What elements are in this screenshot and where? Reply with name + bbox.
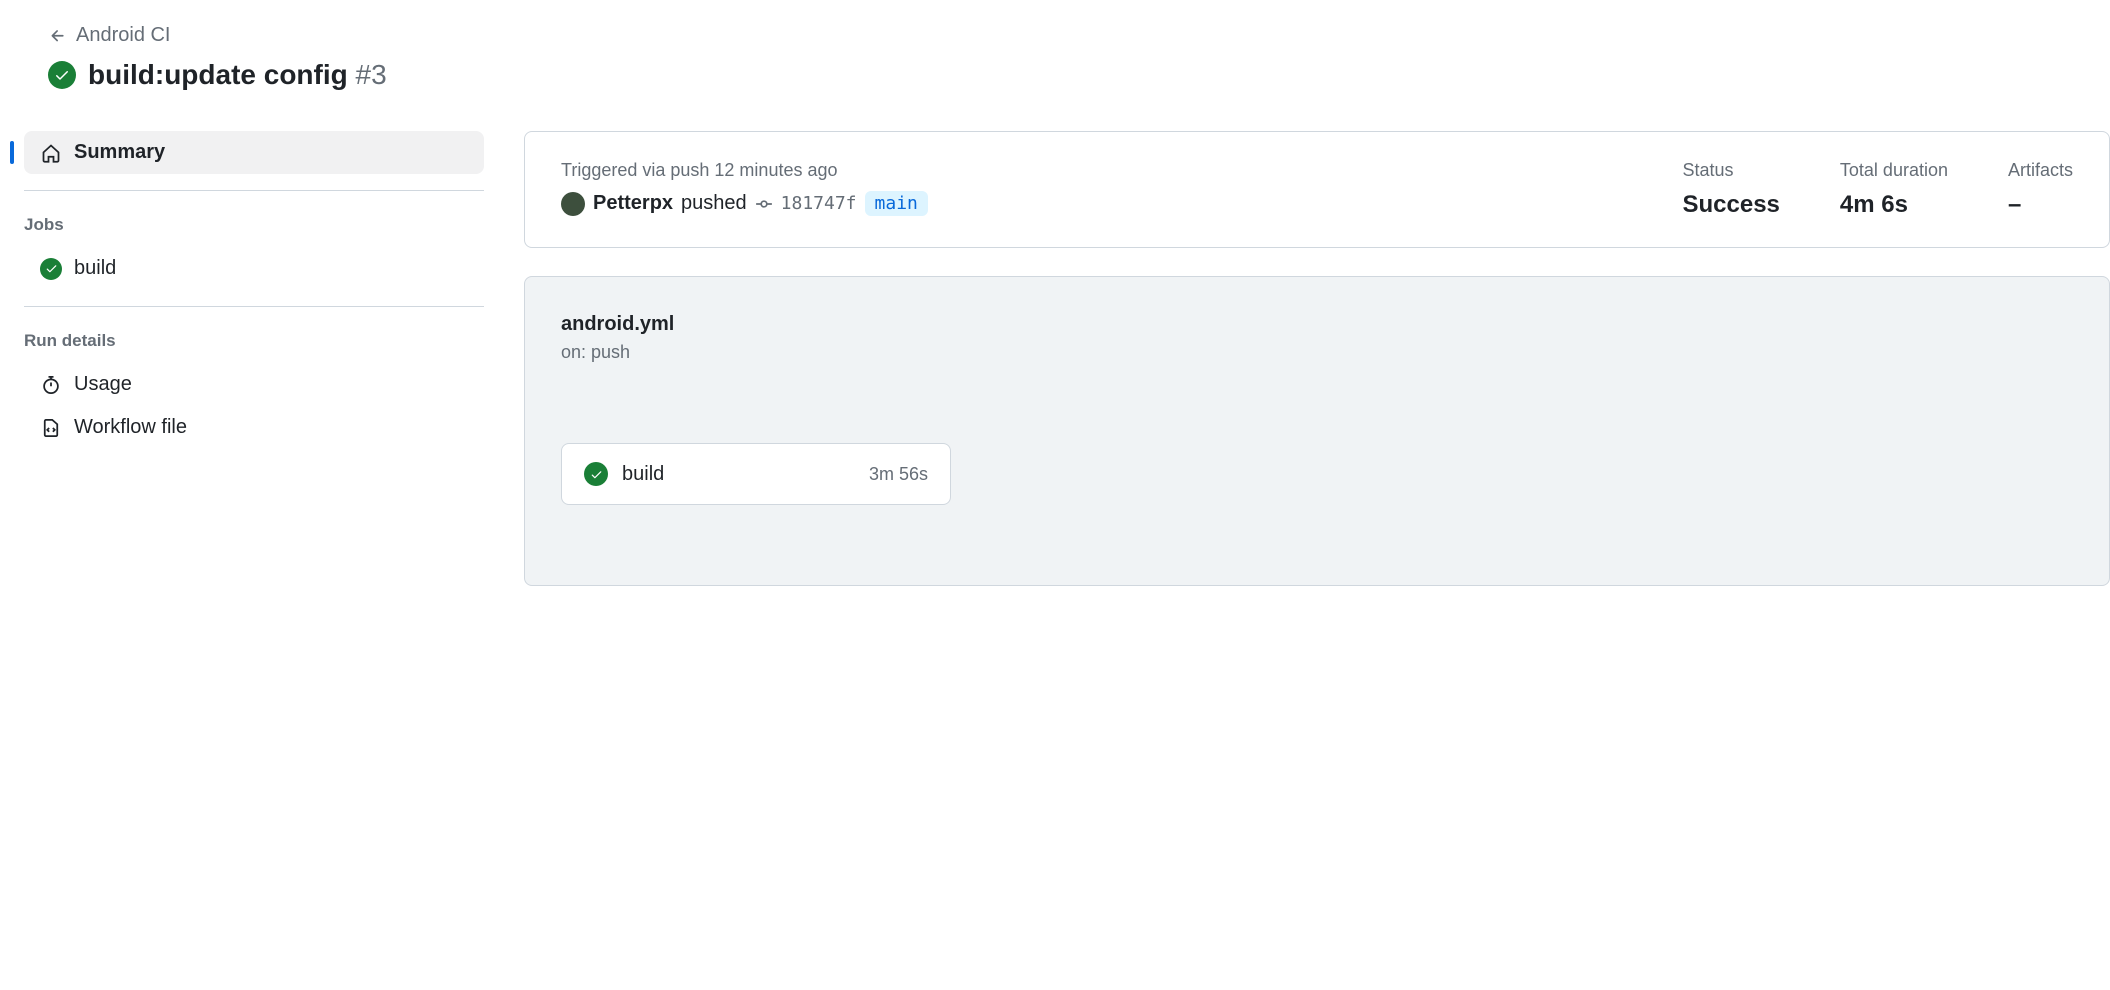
run-title-text: build:update config [88, 59, 348, 90]
run-summary-box: Triggered via push 12 minutes ago Petter… [524, 131, 2110, 248]
branch-label[interactable]: main [865, 191, 928, 216]
trigger-action: pushed [681, 192, 747, 215]
artifacts-value: – [2008, 191, 2073, 219]
breadcrumb-workflow-name[interactable]: Android CI [76, 24, 171, 47]
trigger-column: Triggered via push 12 minutes ago Petter… [561, 160, 1623, 219]
sidebar-item-usage[interactable]: Usage [24, 363, 484, 406]
sidebar-heading-jobs: Jobs [24, 207, 484, 243]
sidebar-item-label: Summary [74, 141, 165, 164]
job-card-build[interactable]: build 3m 56s [561, 443, 951, 505]
back-arrow-icon[interactable] [48, 26, 68, 46]
sidebar-item-workflow-file[interactable]: Workflow file [24, 406, 484, 449]
sidebar-item-label: Usage [74, 373, 132, 396]
commit-icon [755, 195, 773, 213]
file-code-icon [40, 417, 62, 439]
sidebar-item-summary[interactable]: Summary [24, 131, 484, 174]
workflow-graph-box: android.yml on: push build 3m 56s [524, 276, 2110, 586]
artifacts-label: Artifacts [2008, 160, 2073, 181]
check-circle-icon [40, 258, 62, 280]
avatar[interactable] [561, 192, 585, 216]
check-circle-icon [48, 61, 76, 89]
status-column: Status Success [1683, 160, 1780, 219]
commit-sha[interactable]: 181747f [781, 193, 857, 214]
trigger-row: Petterpx pushed 181747f main [561, 191, 1623, 216]
sidebar-item-label: Workflow file [74, 416, 187, 439]
main-content: Triggered via push 12 minutes ago Petter… [524, 131, 2110, 586]
sidebar: Summary Jobs build Run details Usage Wor… [24, 131, 484, 586]
title-row: build:update config #3 [48, 59, 2110, 91]
status-value: Success [1683, 191, 1780, 219]
duration-value[interactable]: 4m 6s [1840, 191, 1948, 219]
job-name: build [622, 463, 855, 486]
duration-label: Total duration [1840, 160, 1948, 181]
check-circle-icon [584, 462, 608, 486]
divider [24, 306, 484, 307]
sidebar-heading-details: Run details [24, 323, 484, 359]
sidebar-item-job-build[interactable]: build [24, 247, 484, 290]
divider [24, 190, 484, 191]
sidebar-item-label: build [74, 257, 116, 280]
home-icon [40, 142, 62, 164]
workflow-trigger-text: on: push [561, 342, 2073, 363]
page-header: Android CI build:update config #3 [24, 24, 2110, 91]
trigger-label: Triggered via push 12 minutes ago [561, 160, 1623, 181]
run-title: build:update config #3 [88, 59, 387, 91]
stopwatch-icon [40, 374, 62, 396]
breadcrumb: Android CI [48, 24, 2110, 47]
job-duration: 3m 56s [869, 464, 928, 485]
duration-column: Total duration 4m 6s [1840, 160, 1948, 219]
author-name[interactable]: Petterpx [593, 192, 673, 215]
run-number: #3 [356, 59, 387, 90]
workflow-file-name[interactable]: android.yml [561, 313, 2073, 336]
status-label: Status [1683, 160, 1780, 181]
artifacts-column: Artifacts – [2008, 160, 2073, 219]
